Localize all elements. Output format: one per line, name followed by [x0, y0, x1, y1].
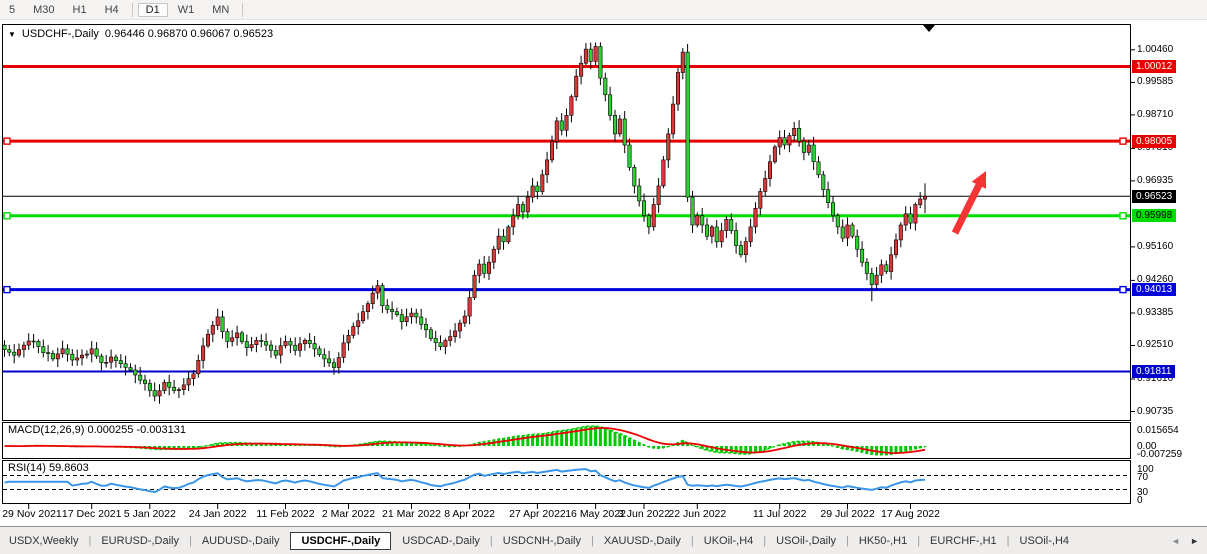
price-axis-tick: 0.92510 [1137, 339, 1173, 350]
price-badge-0.94013: 0.94013 [1132, 283, 1176, 296]
macd-axis-tick: -0.007259 [1137, 449, 1182, 460]
toolbar-separator [132, 3, 133, 17]
tab-usoil-daily[interactable]: USOil-,Daily [767, 532, 845, 550]
main-chart-pane[interactable] [2, 24, 1131, 421]
macd-label: MACD(12,26,9) 0.000255 -0.003131 [8, 424, 186, 436]
tab-usdx-weekly[interactable]: USDX,Weekly [0, 532, 87, 550]
rsi-indicator-pane[interactable] [2, 460, 1131, 504]
date-axis-label: 17 Aug 2022 [866, 508, 956, 520]
price-axis-tick: 0.90735 [1137, 406, 1173, 417]
timeframe-button-h1[interactable]: H1 [65, 3, 95, 17]
tab-usdcnh-daily[interactable]: USDCNH-,Daily [494, 532, 590, 550]
tab-scroll-right-icon[interactable]: ► [1190, 536, 1199, 546]
chart-header[interactable]: ▼ USDCHF-,Daily 0.96446 0.96870 0.96067 … [8, 28, 273, 40]
macd-axis-tick: 0.015654 [1137, 425, 1179, 436]
tab-audusd-daily[interactable]: AUDUSD-,Daily [193, 532, 289, 550]
timeframe-button-h4[interactable]: H4 [97, 3, 127, 17]
tab-eurchf-h1[interactable]: EURCHF-,H1 [921, 532, 1006, 550]
price-axis-tick: 0.93385 [1137, 307, 1173, 318]
tab-ukoil-h4[interactable]: UKOil-,H4 [695, 532, 763, 550]
timeframe-button-5[interactable]: 5 [1, 3, 23, 17]
price-badge-0.95998: 0.95998 [1132, 209, 1176, 222]
toolbar-separator [242, 3, 243, 17]
price-axis-tick: 0.98710 [1137, 109, 1173, 120]
chart-ohlc-values: 0.96446 0.96870 0.96067 0.96523 [105, 28, 273, 40]
price-badge-0.96523: 0.96523 [1132, 190, 1176, 203]
chart-symbol-period: USDCHF-,Daily [22, 28, 99, 40]
tab-usdcad-daily[interactable]: USDCAD-,Daily [393, 532, 489, 550]
price-axis-tick: 0.95160 [1137, 241, 1173, 252]
timeframe-button-d1[interactable]: D1 [138, 3, 168, 17]
timeframe-toolbar: 5M30H1H4 D1W1MN [0, 0, 1207, 20]
tab-usdchf-daily[interactable]: USDCHF-,Daily [290, 532, 391, 550]
price-axis-tick: 0.99585 [1137, 76, 1173, 87]
price-axis-tick: 1.00460 [1137, 44, 1173, 55]
tab-scroll-buttons: ◄ ► [1163, 536, 1207, 546]
tab-usoil-h4[interactable]: USOil-,H4 [1011, 532, 1079, 550]
symbol-dropdown-icon[interactable]: ▼ [8, 30, 16, 39]
tab-scroll-left-icon[interactable]: ◄ [1171, 536, 1180, 546]
timeframe-button-m30[interactable]: M30 [25, 3, 62, 17]
tab-xauusd-daily[interactable]: XAUUSD-,Daily [595, 532, 690, 550]
tab-eurusd-daily[interactable]: EURUSD-,Daily [92, 532, 188, 550]
price-badge-0.91811: 0.91811 [1132, 365, 1175, 378]
chart-tab-bar: USDX,Weekly|EURUSD-,Daily|AUDUSD-,DailyU… [0, 526, 1207, 554]
tab-hk50-h1[interactable]: HK50-,H1 [850, 532, 916, 550]
price-axis-tick: 0.96935 [1137, 175, 1173, 186]
price-badge-0.98005: 0.98005 [1132, 135, 1176, 148]
date-axis-label: 22 Jun 2022 [652, 508, 742, 520]
timeframe-button-w1[interactable]: W1 [170, 3, 203, 17]
rsi-axis-tick: 70 [1137, 472, 1148, 483]
chart-shift-marker-icon[interactable] [923, 25, 935, 32]
timeframe-button-mn[interactable]: MN [204, 3, 237, 17]
rsi-label: RSI(14) 59.8603 [8, 462, 89, 474]
rsi-axis-tick: 0 [1137, 495, 1143, 506]
price-badge-1.00012: 1.00012 [1132, 60, 1176, 73]
